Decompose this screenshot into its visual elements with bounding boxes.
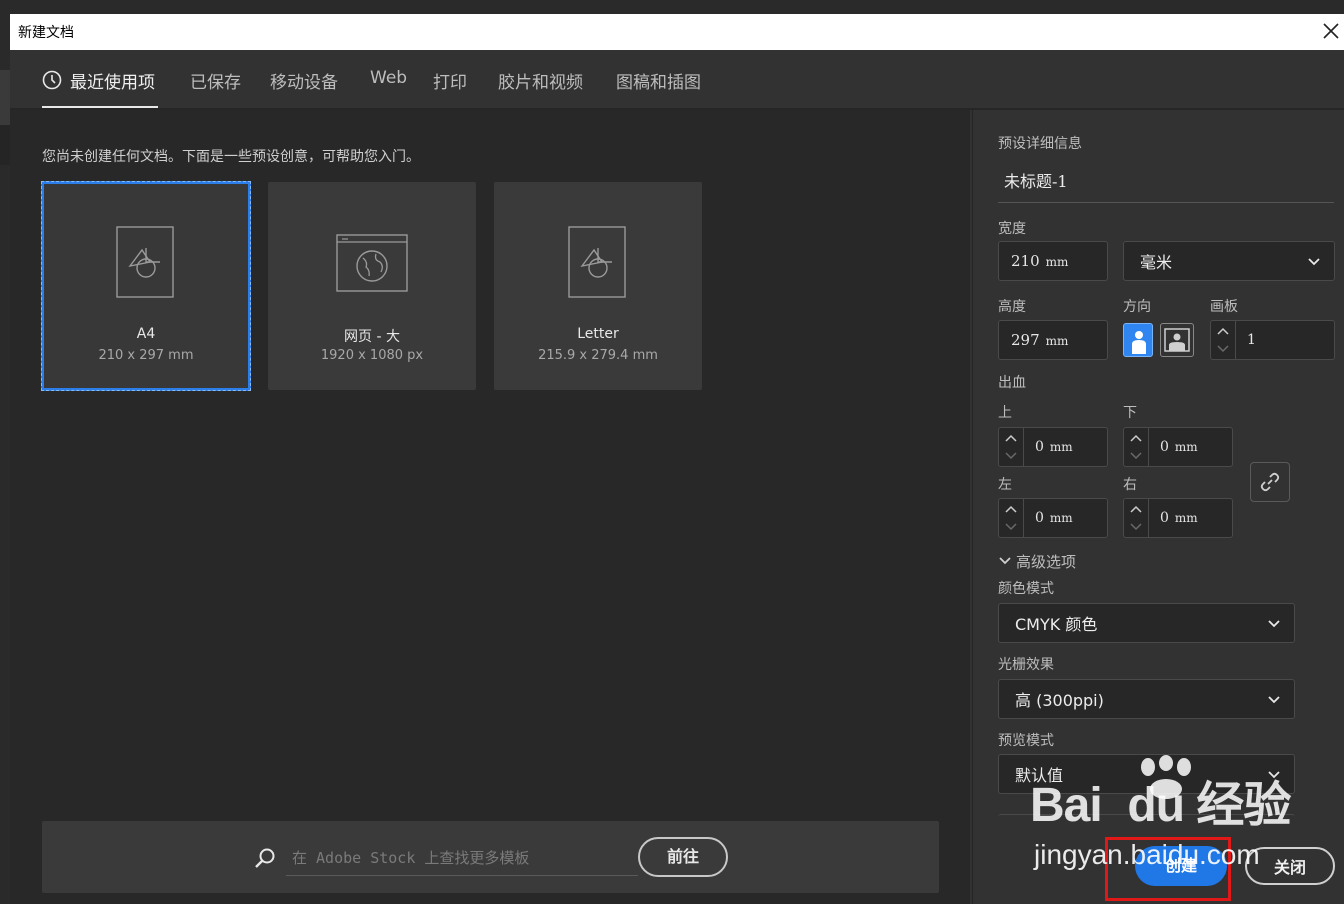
chevron-up-icon[interactable]	[1005, 504, 1017, 514]
chevron-up-icon[interactable]	[1005, 433, 1017, 443]
preset-tabs: 最近使用项 已保存 移动设备 Web 打印 胶片和视频 图稿和插图	[10, 50, 1344, 110]
document-shapes-icon	[116, 226, 174, 298]
tab-film-video[interactable]: 胶片和视频	[498, 68, 583, 93]
width-label: 宽度	[998, 221, 1026, 237]
bleed-left-stepper[interactable]: 0 mm	[998, 498, 1108, 538]
portrait-orientation-button[interactable]	[1123, 323, 1153, 357]
tab-web[interactable]: Web	[370, 68, 407, 88]
preset-name: A4	[136, 326, 156, 342]
doc-name-field[interactable]: 未标题-1	[998, 166, 1334, 203]
empty-hint: 您尚未创建任何文档。下面是一些预设创意，可帮助您入门。	[42, 149, 420, 165]
chevron-down-icon[interactable]	[1005, 522, 1017, 532]
tab-saved[interactable]: 已保存	[190, 68, 241, 93]
chevron-down-icon	[1308, 258, 1320, 266]
active-tab-indicator	[42, 106, 158, 108]
bleed-top-unit: mm	[1049, 440, 1073, 454]
preset-size: 1920 x 1080 px	[320, 348, 424, 363]
background-app-panel-dark	[0, 125, 10, 165]
close-icon[interactable]	[1318, 18, 1344, 44]
height-unit: mm	[1045, 334, 1069, 348]
preset-panel: 您尚未创建任何文档。下面是一些预设创意，可帮助您入门。 A4 210 x 297…	[10, 110, 970, 904]
watermark-url: jingyan.baidu.com	[1034, 839, 1260, 870]
tab-mobile[interactable]: 移动设备	[270, 68, 338, 93]
bleed-left-value: 0	[1035, 510, 1044, 526]
bleed-right-stepper[interactable]: 0 mm	[1123, 498, 1233, 538]
preset-card-a4[interactable]: A4 210 x 297 mm	[41, 181, 251, 391]
tab-art-illustration[interactable]: 图稿和插图	[616, 68, 701, 93]
chevron-down-icon[interactable]	[1130, 451, 1142, 461]
preset-size: 210 x 297 mm	[98, 348, 194, 363]
width-value: 210	[1011, 252, 1040, 270]
color-mode-label: 颜色模式	[998, 581, 1054, 597]
baidu-jingyan-watermark: Bai_du 经验 jingyan.baidu.com	[1030, 755, 1330, 875]
raster-effects-select[interactable]: 高 (300ppi)	[998, 679, 1295, 719]
bleed-left-unit: mm	[1049, 511, 1073, 525]
stock-search-input[interactable]	[286, 841, 638, 876]
preset-name: Letter	[577, 326, 619, 342]
bleed-bottom-value: 0	[1160, 439, 1169, 455]
background-app-panel	[0, 70, 10, 130]
preview-mode-label: 预览模式	[998, 733, 1054, 749]
height-field[interactable]: 297 mm	[998, 320, 1108, 360]
height-value: 297	[1011, 331, 1040, 349]
raster-effects-value: 高 (300ppi)	[1015, 691, 1104, 710]
tab-print[interactable]: 打印	[433, 68, 467, 93]
height-label: 高度	[998, 299, 1026, 315]
color-mode-value: CMYK 颜色	[1015, 615, 1098, 634]
bleed-top-stepper[interactable]: 0 mm	[998, 427, 1108, 467]
chevron-down-icon	[1268, 620, 1280, 628]
artboard-label: 画板	[1210, 299, 1238, 315]
tab-recent[interactable]: 最近使用项	[70, 68, 155, 93]
preset-card-web-large[interactable]: 网页 - 大 1920 x 1080 px	[268, 182, 476, 390]
bleed-bottom-stepper[interactable]: 0 mm	[1123, 427, 1233, 467]
orientation-label: 方向	[1123, 299, 1151, 315]
artboard-stepper[interactable]: 1	[1210, 320, 1335, 360]
preset-size: 215.9 x 279.4 mm	[538, 348, 658, 363]
chevron-up-icon[interactable]	[1130, 504, 1142, 514]
preset-card-letter[interactable]: Letter 215.9 x 279.4 mm	[494, 182, 702, 390]
advanced-options-toggle[interactable]: 高级选项	[1016, 551, 1076, 572]
doc-name-value: 未标题-1	[1004, 172, 1068, 191]
width-unit: mm	[1045, 255, 1069, 269]
unit-select[interactable]: 毫米	[1123, 241, 1335, 281]
bleed-bottom-unit: mm	[1174, 440, 1198, 454]
chevron-down-icon	[1268, 696, 1280, 704]
search-icon	[255, 848, 275, 868]
watermark-logo-text: Bai_du 经验	[1030, 779, 1291, 832]
bleed-top-value: 0	[1035, 439, 1044, 455]
chevron-up-icon[interactable]	[1217, 326, 1229, 336]
stock-go-button[interactable]: 前往	[638, 837, 728, 877]
bleed-right-unit: mm	[1174, 511, 1198, 525]
bleed-bottom-label: 下	[1123, 405, 1137, 421]
artboard-value: 1	[1247, 332, 1256, 348]
raster-effects-label: 光栅效果	[998, 657, 1054, 673]
bleed-right-label: 右	[1123, 477, 1137, 493]
width-field[interactable]: 210 mm	[998, 241, 1108, 281]
bleed-label: 出血	[998, 375, 1026, 391]
clock-icon	[42, 70, 62, 90]
chevron-down-icon[interactable]	[999, 554, 1011, 566]
dialog-title: 新建文档	[18, 25, 74, 41]
bleed-top-label: 上	[998, 405, 1012, 421]
bleed-right-value: 0	[1160, 510, 1169, 526]
landscape-icon	[1164, 328, 1190, 352]
chevron-down-icon[interactable]	[1005, 451, 1017, 461]
color-mode-select[interactable]: CMYK 颜色	[998, 603, 1295, 643]
link-bleed-button[interactable]	[1250, 462, 1290, 502]
stock-search-bar: 前往	[42, 821, 939, 893]
details-title: 预设详细信息	[998, 136, 1082, 152]
unit-select-value: 毫米	[1140, 253, 1173, 272]
portrait-icon	[1132, 331, 1146, 354]
document-shapes-icon	[568, 226, 626, 298]
background-app-top	[0, 0, 1344, 14]
landscape-orientation-button[interactable]	[1160, 323, 1194, 357]
link-icon	[1260, 472, 1280, 492]
chevron-down-icon[interactable]	[1130, 522, 1142, 532]
chevron-up-icon[interactable]	[1130, 433, 1142, 443]
dialog-titlebar: 新建文档	[10, 14, 1344, 50]
web-globe-icon	[336, 234, 408, 292]
preset-name: 网页 - 大	[344, 329, 400, 345]
chevron-down-icon[interactable]	[1217, 344, 1229, 354]
bleed-left-label: 左	[998, 477, 1012, 493]
